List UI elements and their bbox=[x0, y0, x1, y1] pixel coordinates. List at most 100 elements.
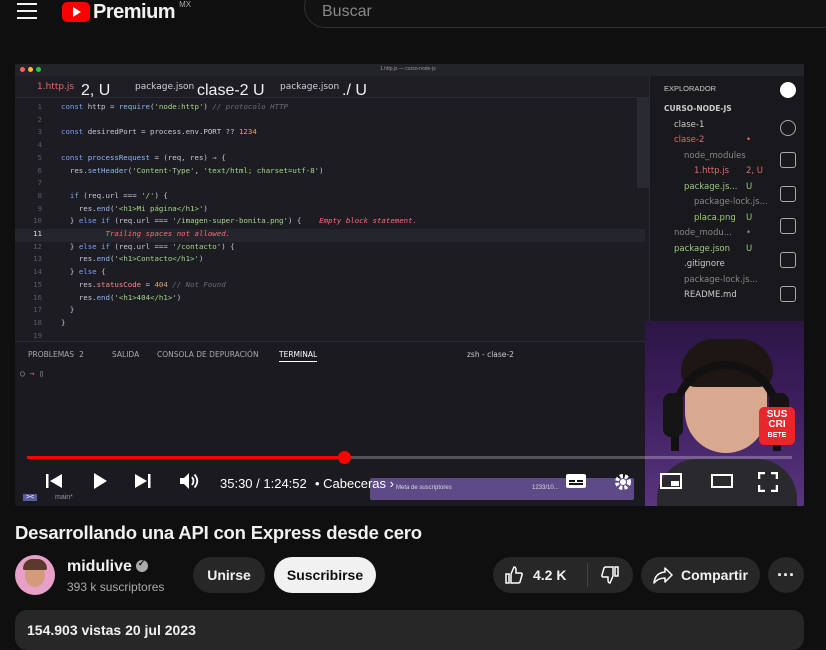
subtitles-icon[interactable] bbox=[565, 472, 587, 490]
panel-tab[interactable]: TERMINAL bbox=[279, 350, 318, 362]
terminal-prompt: ○ → ▯ bbox=[20, 369, 45, 378]
code-line: 16 res.end('<h1>404</h1>') bbox=[15, 293, 645, 306]
line-number: 1 bbox=[37, 102, 42, 111]
window-dots bbox=[20, 67, 41, 72]
explorer-item[interactable]: clase-1 bbox=[674, 120, 704, 130]
panel-tab[interactable]: SALIDA bbox=[112, 350, 139, 359]
code-text: } else if (req.url === '/imagen-super-bo… bbox=[61, 216, 418, 226]
line-number: 19 bbox=[33, 330, 42, 340]
share-label: Compartir bbox=[681, 567, 748, 583]
code-text: } bbox=[61, 317, 66, 327]
line-number: 7 bbox=[37, 178, 42, 188]
editor-tab[interactable]: 1.http.js bbox=[37, 82, 74, 92]
next-icon[interactable] bbox=[134, 472, 152, 490]
panel-tab-label: CONSOLA DE DEPURACIÓN bbox=[157, 350, 259, 359]
explorer-item[interactable]: .gitignore bbox=[684, 259, 725, 269]
menu-icon[interactable] bbox=[17, 3, 37, 19]
explorer-item-label: clase-2 bbox=[674, 135, 705, 145]
channel-name[interactable]: midulive bbox=[67, 558, 148, 576]
panel-tab-label: PROBLEMAS bbox=[28, 350, 75, 359]
time-display: 35:30 / 1:24:52 bbox=[220, 476, 307, 491]
code-text: const desiredPort = process.env.PORT ?? … bbox=[61, 127, 257, 137]
line-number: 17 bbox=[33, 305, 42, 315]
explorer-item-label: package.json bbox=[674, 243, 730, 254]
more-actions-button[interactable]: ··· bbox=[768, 557, 804, 593]
like-count: 4.2 K bbox=[533, 567, 567, 583]
explorer-item[interactable]: CURSO-NODE-JS bbox=[664, 104, 732, 113]
code-line: 9 res.end('<h1>Mi página</h1>') bbox=[15, 204, 645, 217]
code-line: 14 } else { bbox=[15, 267, 645, 280]
description-box[interactable]: 154.903 vistas 20 jul 2023 bbox=[15, 610, 804, 650]
miniplayer-icon[interactable] bbox=[660, 472, 682, 490]
code-text: const processRequest = (req, res) ⇒ { bbox=[61, 152, 226, 162]
code-text: res.end('<h1>404</h1>') bbox=[61, 292, 182, 302]
explorer-item[interactable]: clase-2 bbox=[674, 135, 704, 145]
youtube-logo[interactable]: Premium MX bbox=[62, 0, 191, 24]
code-text: const http = require('node:http') // pro… bbox=[61, 102, 288, 111]
subscriber-count: 393 k suscriptores bbox=[67, 580, 165, 594]
explorer-item[interactable]: node_modu... bbox=[674, 228, 732, 238]
join-button[interactable]: Unirse bbox=[193, 557, 265, 593]
progress-bar[interactable] bbox=[27, 451, 792, 464]
line-number: 3 bbox=[37, 127, 42, 137]
explorer-item[interactable]: package-lock.js... bbox=[684, 275, 758, 285]
line-number: 5 bbox=[37, 152, 42, 162]
channel-avatar[interactable] bbox=[15, 555, 55, 595]
line-number: 8 bbox=[37, 190, 42, 200]
line-number: 6 bbox=[37, 165, 42, 175]
view-count-date: 154.903 vistas 20 jul 2023 bbox=[27, 622, 196, 638]
line-number: 11 bbox=[33, 229, 42, 238]
explorer-item[interactable]: package.js... bbox=[684, 182, 737, 192]
code-line: 15 res.statusCode = 404 // Not Found bbox=[15, 280, 645, 293]
line-number: 16 bbox=[33, 292, 42, 302]
debug-icon bbox=[780, 186, 796, 202]
line-number: 10 bbox=[33, 216, 42, 226]
code-line: 13 res.end('<h1>Contacto</h1>') bbox=[15, 254, 645, 267]
explorer-item[interactable]: package-lock.js... bbox=[694, 197, 768, 207]
chapter-label: Cabeceras bbox=[323, 476, 387, 491]
explorer-item[interactable]: package.json bbox=[674, 244, 730, 254]
theater-mode-icon[interactable] bbox=[711, 472, 733, 490]
editor-tab[interactable]: package.json bbox=[280, 82, 339, 92]
volume-icon[interactable] bbox=[179, 472, 201, 490]
explorer-item-label: node_modules bbox=[684, 150, 746, 161]
editor-tab[interactable]: package.json bbox=[135, 82, 194, 92]
code-line: 18} bbox=[15, 318, 645, 331]
panel-tab-label: TERMINAL bbox=[279, 350, 318, 359]
dislike-button[interactable] bbox=[588, 557, 633, 593]
panel-tab[interactable]: CONSOLA DE DEPURACIÓN bbox=[157, 350, 259, 359]
fullscreen-icon[interactable] bbox=[758, 472, 778, 492]
source-control-icon bbox=[780, 152, 796, 168]
chapter-title[interactable]: • Cabeceras › bbox=[315, 476, 394, 491]
previous-icon[interactable] bbox=[45, 472, 63, 490]
code-text: if (req.url === '/') { bbox=[69, 190, 168, 200]
code-line: 1 const http = require('node:http') // pr… bbox=[15, 102, 645, 115]
explorer-item[interactable]: 1.http.js bbox=[694, 166, 729, 176]
code-line: 8 if (req.url === '/') { bbox=[15, 191, 645, 204]
files-icon bbox=[780, 82, 796, 98]
youtube-play-logo-icon bbox=[62, 2, 90, 22]
share-button[interactable]: Compartir bbox=[641, 557, 760, 593]
logo-country: MX bbox=[179, 0, 192, 9]
remote-icon bbox=[780, 286, 796, 302]
extensions-icon bbox=[780, 218, 796, 234]
like-button[interactable]: 4.2 K bbox=[493, 557, 587, 593]
explorer-item[interactable]: placa.png bbox=[694, 213, 736, 223]
subscribe-button[interactable]: Suscribirse bbox=[274, 557, 376, 593]
progress-scrubber[interactable] bbox=[338, 451, 351, 464]
code-line: 10 } else if (req.url === '/imagen-super… bbox=[15, 216, 645, 229]
explorer-item-badge: U bbox=[746, 181, 753, 192]
code-text: res.statusCode = 404 // Not Found bbox=[61, 279, 226, 289]
search-input[interactable]: Buscar bbox=[304, 0, 826, 28]
play-icon[interactable] bbox=[91, 472, 109, 490]
explorer-item[interactable]: README.md bbox=[684, 290, 737, 300]
panel-tab[interactable]: PROBLEMAS 2 bbox=[28, 350, 84, 359]
editor-window-title: 1.http.js — curso-node-js bbox=[380, 66, 436, 72]
video-player[interactable]: 1.http.js — curso-node-js 1.http.js 2, Up… bbox=[15, 64, 804, 506]
code-line: 11 Trailing spaces not allowed. bbox=[15, 229, 645, 242]
line-number: 15 bbox=[33, 279, 42, 289]
settings-gear-icon[interactable] bbox=[613, 472, 633, 492]
panel-tab-label: SALIDA bbox=[112, 350, 140, 359]
explorer-item[interactable]: node_modules bbox=[684, 151, 746, 161]
explorer-item-label: clase-1 bbox=[674, 119, 705, 130]
